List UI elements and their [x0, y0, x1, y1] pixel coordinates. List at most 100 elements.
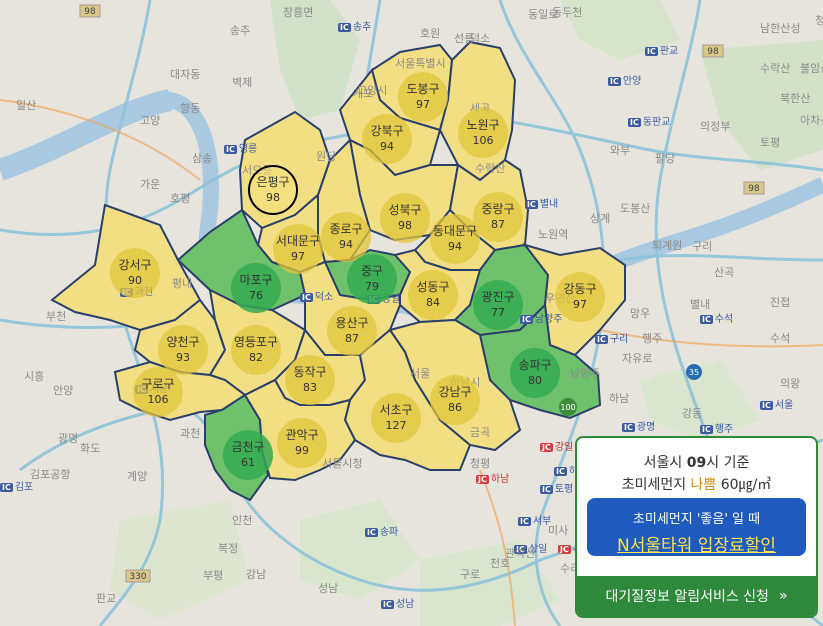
- district-marker[interactable]: 노원구 106: [458, 108, 508, 158]
- interchange-icon: IC: [760, 401, 773, 410]
- svg-text:100: 100: [560, 403, 575, 412]
- district-marker[interactable]: 성동구 84: [408, 270, 458, 320]
- district-marker[interactable]: 도봉구 97: [398, 72, 448, 122]
- place-label: 진접: [770, 296, 791, 309]
- district-marker[interactable]: 동대문구 94: [430, 214, 480, 264]
- place-label: 상계: [590, 212, 611, 225]
- district-marker[interactable]: 동작구 83: [285, 355, 335, 405]
- place-label: 인천: [232, 514, 253, 527]
- district-value: 106: [472, 133, 494, 147]
- district-value: 97: [291, 249, 305, 263]
- place-label: 행주: [642, 332, 663, 345]
- district-marker[interactable]: 성북구 98: [380, 193, 430, 243]
- place-label: 화도: [80, 442, 101, 455]
- place-label: 산곡: [714, 266, 735, 279]
- district-name: 금천구: [231, 439, 265, 454]
- place-label: 판교: [96, 592, 117, 605]
- pollutant-label: 초미세먼지: [621, 477, 691, 493]
- subscribe-alert-button[interactable]: 대기질정보 알림서비스 신청 »: [577, 576, 816, 616]
- interchange-icon: IC: [338, 23, 351, 32]
- district-marker[interactable]: 강동구 97: [555, 272, 605, 322]
- district-name: 도봉구: [406, 81, 440, 96]
- place-label: 과천: [180, 427, 201, 440]
- place-label: 의왕: [780, 377, 801, 390]
- place-label: 송추: [230, 24, 251, 37]
- district-marker[interactable]: 중랑구 87: [473, 192, 523, 242]
- district-value: 127: [385, 418, 407, 432]
- place-label: 강남: [246, 568, 267, 581]
- district-name: 송파구: [518, 357, 552, 372]
- place-label: 토평: [760, 136, 781, 149]
- district-marker[interactable]: 금천구 61: [223, 430, 273, 480]
- place-label: IC 동판교: [628, 117, 671, 128]
- district-marker[interactable]: 용산구 87: [327, 306, 377, 356]
- district-marker[interactable]: 강남구 86: [430, 375, 480, 425]
- place-label: 서울: [410, 367, 431, 380]
- district-marker[interactable]: 강북구 94: [362, 114, 412, 164]
- place-label: 남양주: [570, 367, 601, 380]
- district-value: 83: [303, 380, 317, 394]
- district-marker[interactable]: 구로구 106: [133, 367, 183, 417]
- interchange-icon: IC: [520, 315, 533, 324]
- district-value: 98: [266, 190, 280, 204]
- interchange-icon: IC: [300, 293, 313, 302]
- interchange-icon: IC: [628, 118, 641, 127]
- pollutant-status: 초미세먼지 나쁨 60㎍/㎥: [577, 474, 816, 494]
- district-name: 강서구: [118, 257, 152, 272]
- district-value: 97: [573, 297, 587, 311]
- interchange-icon: IC: [0, 483, 13, 492]
- place-label: 자유로: [622, 352, 653, 365]
- district-marker[interactable]: 광진구 77: [473, 280, 523, 330]
- place-label: 불암산: [800, 62, 823, 75]
- concentration-value: 60㎍/㎥: [716, 477, 772, 493]
- svg-text:98: 98: [84, 7, 96, 17]
- district-marker[interactable]: 송파구 80: [510, 348, 560, 398]
- district-marker[interactable]: 관악구 99: [277, 418, 327, 468]
- place-label: 북한산: [780, 92, 811, 105]
- district-name: 관악구: [285, 427, 319, 442]
- district-value: 87: [491, 217, 505, 231]
- place-label: 호평: [170, 192, 191, 205]
- interchange-icon: IC: [608, 77, 621, 86]
- district-name: 종로구: [329, 221, 363, 236]
- place-label: 아차산: [800, 114, 823, 127]
- district-value: 98: [398, 218, 412, 232]
- place-label: 안양: [53, 384, 74, 397]
- place-label: JC 하남: [476, 474, 510, 485]
- place-label: 고양: [140, 114, 161, 127]
- place-label: IC 영릉: [224, 144, 258, 155]
- place-label: 동두천: [552, 6, 583, 19]
- place-label: 복정: [218, 542, 239, 555]
- district-name: 동작구: [293, 364, 327, 379]
- place-label: IC 김포: [0, 482, 34, 493]
- interchange-icon: IC: [595, 335, 608, 344]
- base-time-label: 시 기준: [706, 455, 750, 471]
- place-label: 팔당: [655, 152, 676, 165]
- place-label: 노원역: [538, 228, 569, 241]
- district-name: 성북구: [388, 202, 422, 217]
- promo-condition-text: 초미세먼지 '좋음' 일 때: [632, 512, 761, 527]
- panel-header: 서울시 09시 기준: [577, 452, 816, 472]
- place-label: 수락산: [475, 162, 506, 175]
- district-name: 중구: [360, 263, 384, 278]
- district-marker[interactable]: 강서구 90: [110, 248, 160, 298]
- district-marker[interactable]: 서대문구 97: [273, 224, 323, 274]
- district-value: 97: [416, 97, 430, 111]
- district-marker[interactable]: 서초구 127: [371, 393, 421, 443]
- place-label: IC 구리: [595, 334, 629, 345]
- district-marker[interactable]: 중구 79: [347, 254, 397, 304]
- district-marker[interactable]: 은평구 98: [248, 165, 298, 215]
- svg-text:330: 330: [129, 572, 146, 582]
- n-seoul-tower-promo-button[interactable]: 초미세먼지 '좋음' 일 때 N서울타워 입장료할인: [587, 498, 806, 556]
- district-value: 76: [249, 288, 263, 302]
- place-label: 김포공항: [30, 468, 71, 481]
- district-marker[interactable]: 마포구 76: [231, 263, 281, 313]
- district-value: 86: [448, 400, 462, 414]
- place-label: IC 덕소: [300, 292, 334, 303]
- district-marker[interactable]: 영등포구 82: [231, 325, 281, 375]
- promo-link[interactable]: N서울타워 입장료할인: [587, 531, 806, 556]
- district-value: 79: [365, 279, 379, 293]
- district-value: 87: [345, 331, 359, 345]
- place-label: 수석: [770, 332, 791, 345]
- place-label: 관악산: [505, 547, 536, 560]
